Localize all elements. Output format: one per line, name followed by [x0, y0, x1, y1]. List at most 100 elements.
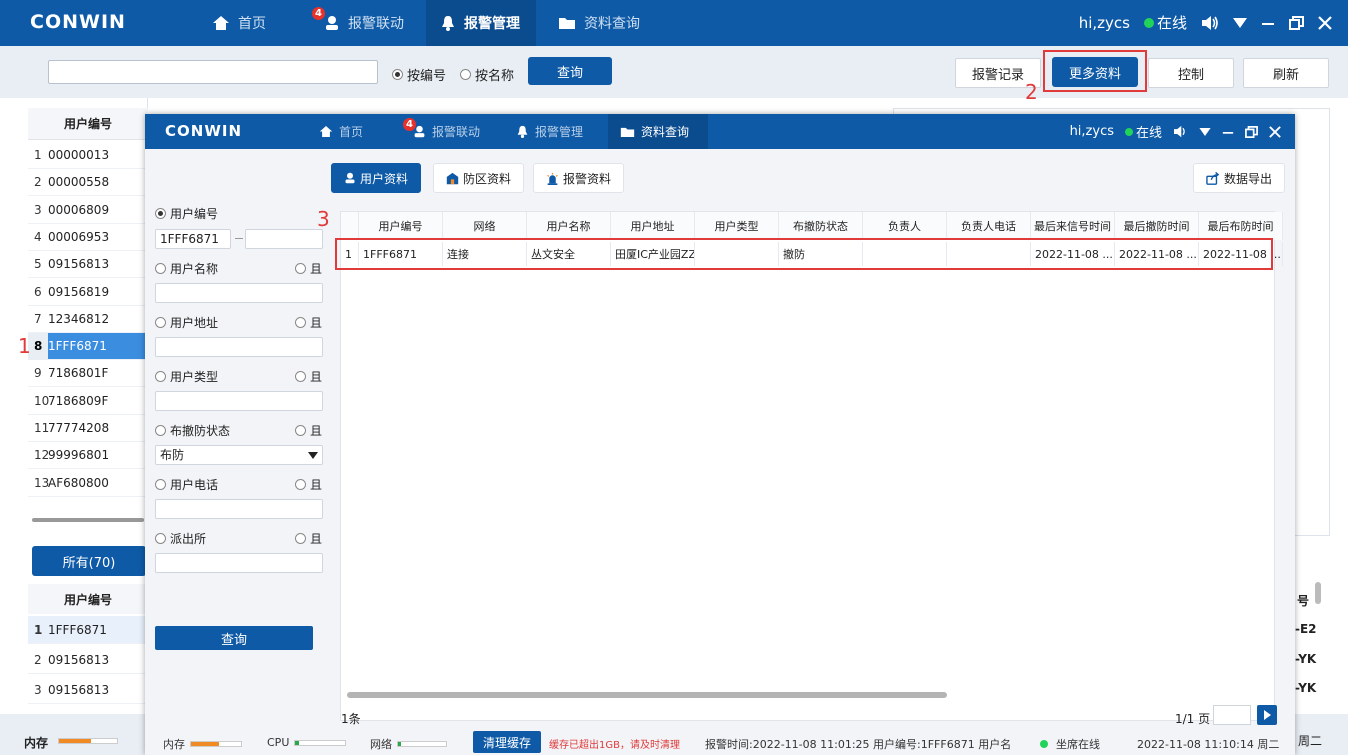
- radio-dot: [155, 479, 166, 490]
- and-option[interactable]: 且: [295, 260, 322, 277]
- restore-icon[interactable]: [1245, 125, 1258, 138]
- clear-cache-button[interactable]: 清理缓存: [473, 731, 541, 753]
- search-input[interactable]: [48, 60, 378, 84]
- list-item[interactable]: 6 09156819: [28, 279, 148, 306]
- close-icon[interactable]: [1318, 15, 1332, 30]
- column-header[interactable]: 用户编号: [359, 212, 443, 240]
- column-header[interactable]: 网络: [443, 212, 527, 240]
- list-item[interactable]: 1 00000013: [28, 142, 148, 169]
- phone-input[interactable]: [155, 499, 323, 519]
- filter-code-option[interactable]: 用户编号: [155, 205, 218, 222]
- page-number-input[interactable]: [1213, 705, 1251, 725]
- dialog-nav-home[interactable]: 首页: [313, 114, 369, 149]
- dropdown-icon[interactable]: [1199, 127, 1211, 136]
- list-item[interactable]: 9 7186801F: [28, 360, 148, 388]
- speaker-icon[interactable]: [1201, 15, 1219, 31]
- dialog-body: 用户资料 防区资料 报警资料 数据导出 用户编号 1FFF6871 用户名称 且…: [145, 149, 1295, 729]
- lower-list-header: 用户编号: [28, 584, 148, 614]
- range-dash: [235, 238, 243, 239]
- dialog-nav-alarm-management[interactable]: 报警管理: [510, 114, 589, 149]
- highlight-box-3: [335, 238, 1273, 270]
- column-header[interactable]: 负责人电话: [947, 212, 1031, 240]
- refresh-button[interactable]: 刷新: [1243, 58, 1329, 88]
- user-code: 12346812: [48, 311, 110, 326]
- type-input[interactable]: [155, 391, 323, 411]
- column-header[interactable]: 负责人: [863, 212, 947, 240]
- radio-dot: [155, 317, 166, 328]
- vertical-scrollbar[interactable]: [1315, 582, 1321, 604]
- control-button[interactable]: 控制: [1148, 58, 1234, 88]
- radio-dot: [295, 533, 306, 544]
- column-header[interactable]: 布撤防状态: [779, 212, 863, 240]
- filter-address-option[interactable]: 用户地址: [155, 314, 218, 331]
- column-header[interactable]: 用户类型: [695, 212, 779, 240]
- close-icon[interactable]: [1269, 125, 1281, 138]
- minimize-icon[interactable]: [1261, 16, 1275, 30]
- all-filter-button[interactable]: 所有(70): [32, 546, 146, 576]
- online-dot-icon: [1040, 740, 1048, 748]
- and-label: 且: [310, 262, 323, 276]
- filter-query-button[interactable]: 查询: [155, 626, 313, 650]
- and-option[interactable]: 且: [295, 314, 322, 331]
- horizontal-scrollbar[interactable]: [32, 518, 144, 522]
- filter-police-label: 派出所: [170, 532, 207, 546]
- user-code: 7186809F: [48, 393, 109, 408]
- list-item[interactable]: 2 00000558: [28, 169, 148, 197]
- and-option[interactable]: 且: [295, 422, 322, 439]
- arm-status-select[interactable]: 布防: [155, 445, 323, 465]
- more-data-button[interactable]: 更多资料: [1052, 57, 1138, 87]
- folder-icon: [620, 126, 635, 138]
- column-header[interactable]: 最后来信号时间: [1031, 212, 1115, 240]
- list-item[interactable]: 2 09156813: [28, 646, 148, 674]
- cache-warning: 缓存已超出1GB，请及时清理: [549, 740, 680, 751]
- filter-arm-option[interactable]: 布撤防状态: [155, 422, 230, 439]
- tab-alarm-data[interactable]: 报警资料: [533, 163, 625, 193]
- dialog-nav-alarm-linkage-label: 报警联动: [432, 125, 481, 139]
- dropdown-icon[interactable]: [1233, 17, 1247, 28]
- dialog-nav-data-query[interactable]: 资料查询: [608, 114, 708, 149]
- filter-phone-option[interactable]: 用户电话: [155, 476, 218, 493]
- and-option[interactable]: 且: [295, 530, 322, 547]
- nav-alarm-management[interactable]: 报警管理: [426, 0, 536, 46]
- nav-alarm-linkage[interactable]: 4 报警联动: [310, 0, 418, 46]
- speaker-icon[interactable]: [1173, 125, 1188, 138]
- list-item[interactable]: 8 1FFF6871: [28, 332, 148, 361]
- address-input[interactable]: [155, 337, 323, 357]
- tab-user-data[interactable]: 用户资料: [331, 163, 422, 193]
- list-item[interactable]: 3 00006809: [28, 197, 148, 224]
- list-item[interactable]: 12 99996801: [28, 442, 148, 470]
- restore-icon[interactable]: [1289, 15, 1304, 30]
- list-item[interactable]: 7 12346812: [28, 306, 148, 333]
- radio-by-name[interactable]: 按名称: [460, 65, 514, 84]
- and-option[interactable]: 且: [295, 368, 322, 385]
- nav-home[interactable]: 首页: [198, 0, 280, 46]
- column-header[interactable]: 最后撤防时间: [1115, 212, 1199, 240]
- dialog-nav-alarm-linkage[interactable]: 4 报警联动: [403, 114, 490, 149]
- next-page-button[interactable]: [1257, 705, 1277, 725]
- list-item[interactable]: 11 77774208: [28, 415, 148, 442]
- list-item[interactable]: 5 09156813: [28, 251, 148, 279]
- query-button[interactable]: 查询: [528, 57, 612, 85]
- filter-name-option[interactable]: 用户名称: [155, 260, 218, 277]
- police-station-input[interactable]: [155, 553, 323, 573]
- filter-police-option[interactable]: 派出所: [155, 530, 206, 547]
- and-option[interactable]: 且: [295, 476, 322, 493]
- nav-data-query[interactable]: 资料查询: [548, 0, 650, 46]
- code-end-input[interactable]: [245, 229, 323, 249]
- column-header[interactable]: 最后布防时间: [1199, 212, 1283, 240]
- export-data-button[interactable]: 数据导出: [1193, 163, 1286, 193]
- horizontal-scrollbar[interactable]: [347, 692, 947, 698]
- tab-zone-data[interactable]: 防区资料: [433, 163, 525, 193]
- column-header[interactable]: 用户名称: [527, 212, 611, 240]
- column-header[interactable]: 用户地址: [611, 212, 695, 240]
- list-item[interactable]: 10 7186809F: [28, 388, 148, 415]
- code-start-input[interactable]: 1FFF6871: [155, 229, 231, 249]
- list-item[interactable]: 13 AF680800: [28, 470, 148, 497]
- filter-type-option[interactable]: 用户类型: [155, 368, 218, 385]
- minimize-icon[interactable]: [1222, 126, 1234, 138]
- list-item[interactable]: 1 1FFF6871: [28, 616, 148, 644]
- list-item[interactable]: 4 00006953: [28, 224, 148, 251]
- name-input[interactable]: [155, 283, 323, 303]
- radio-by-code[interactable]: 按编号: [392, 65, 446, 84]
- list-item[interactable]: 3 09156813: [28, 676, 148, 704]
